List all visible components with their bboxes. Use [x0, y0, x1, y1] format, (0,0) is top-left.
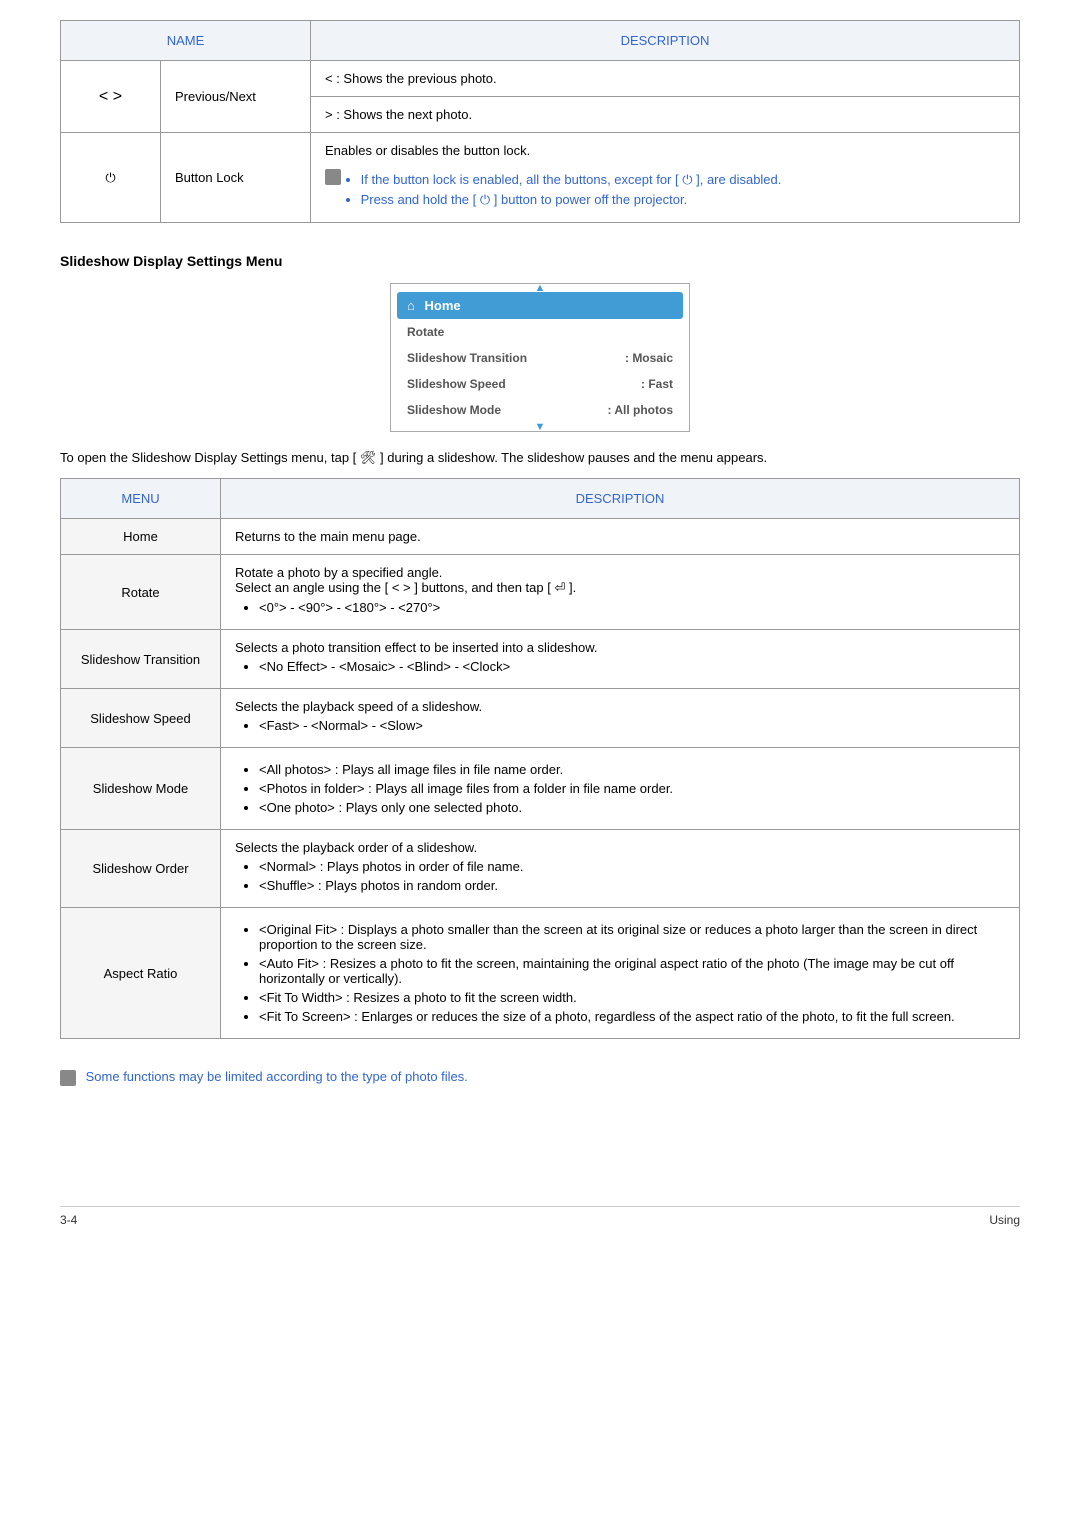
rotate-bullet: <0°> - <90°> - <180°> - <270°> — [259, 600, 1005, 615]
mode-desc: <All photos> : Plays all image files in … — [221, 748, 1020, 830]
th-menu: MENU — [61, 479, 221, 519]
menu-mode-row: Slideshow Mode : All photos — [391, 397, 689, 423]
menu-speed-value: : Fast — [641, 377, 673, 391]
footer-left: 3-4 — [60, 1213, 77, 1227]
name-description-table: NAME DESCRIPTION < > Previous/Next < : S… — [60, 20, 1020, 223]
order-line1: Selects the playback order of a slidesho… — [235, 840, 1005, 855]
mode-bullet-3: <One photo> : Plays only one selected ph… — [259, 800, 1005, 815]
footer-note: Some functions may be limited according … — [60, 1069, 1020, 1086]
speed-desc: Selects the playback speed of a slidesho… — [221, 689, 1020, 748]
button-lock-bullets: If the button lock is enabled, all the b… — [361, 168, 782, 212]
aspect-bullet-4: <Fit To Screen> : Enlarges or reduces th… — [259, 1009, 1005, 1024]
button-lock-intro: Enables or disables the button lock. — [325, 143, 1005, 158]
prev-next-icon-cell: < > — [61, 61, 161, 133]
rotate-desc: Rotate a photo by a specified angle. Sel… — [221, 555, 1020, 630]
menu-home-label: Home — [424, 298, 460, 313]
menu-speed-label: Slideshow Speed — [407, 377, 506, 391]
transition-label: Slideshow Transition — [61, 630, 221, 689]
button-lock-icon-cell: ⏻ — [61, 133, 161, 223]
aspect-desc: <Original Fit> : Displays a photo smalle… — [221, 908, 1020, 1039]
menu-transition-row: Slideshow Transition : Mosaic — [391, 345, 689, 371]
button-lock-desc: Enables or disables the button lock. If … — [311, 133, 1020, 223]
menu-up-arrow-icon: ▲ — [391, 284, 689, 292]
power-icon: ⏻ — [105, 170, 115, 185]
menu-speed-row: Slideshow Speed : Fast — [391, 371, 689, 397]
menu-down-arrow-icon: ▼ — [391, 423, 689, 431]
aspect-label: Aspect Ratio — [61, 908, 221, 1039]
menu-mode-value: : All photos — [607, 403, 673, 417]
th-name: NAME — [61, 21, 311, 61]
footer-right: Using — [989, 1213, 1020, 1227]
page-footer: 3-4 Using — [60, 1206, 1020, 1227]
menu-transition-value: : Mosaic — [625, 351, 673, 365]
home-icon: ⌂ — [407, 298, 415, 313]
order-desc: Selects the playback order of a slidesho… — [221, 830, 1020, 908]
open-menu-paragraph: To open the Slideshow Display Settings m… — [60, 450, 1020, 466]
note-text: Some functions may be limited according … — [86, 1069, 468, 1084]
prev-next-icon: < > — [99, 88, 122, 105]
th-desc: DESCRIPTION — [311, 21, 1020, 61]
transition-bullet: <No Effect> - <Mosaic> - <Blind> - <Cloc… — [259, 659, 1005, 674]
menu-mode-label: Slideshow Mode — [407, 403, 501, 417]
prev-next-name: Previous/Next — [161, 61, 311, 133]
next-desc: > : Shows the next photo. — [311, 97, 1020, 133]
transition-line1: Selects a photo transition effect to be … — [235, 640, 1005, 655]
mode-bullet-2: <Photos in folder> : Plays all image fil… — [259, 781, 1005, 796]
aspect-bullet-1: <Original Fit> : Displays a photo smalle… — [259, 922, 1005, 952]
menu-rotate-row: Rotate — [391, 319, 689, 345]
button-lock-name: Button Lock — [161, 133, 311, 223]
note-icon — [60, 1070, 76, 1086]
section-heading: Slideshow Display Settings Menu — [60, 253, 1020, 269]
order-label: Slideshow Order — [61, 830, 221, 908]
aspect-bullet-2: <Auto Fit> : Resizes a photo to fit the … — [259, 956, 1005, 986]
note-icon — [325, 169, 341, 185]
menu-description-table: MENU DESCRIPTION Home Returns to the mai… — [60, 478, 1020, 1039]
transition-desc: Selects a photo transition effect to be … — [221, 630, 1020, 689]
speed-line1: Selects the playback speed of a slidesho… — [235, 699, 1005, 714]
aspect-bullet-3: <Fit To Width> : Resizes a photo to fit … — [259, 990, 1005, 1005]
menu-transition-label: Slideshow Transition — [407, 351, 527, 365]
button-lock-bullet-2: Press and hold the [ ⏻ ] button to power… — [361, 192, 782, 208]
rotate-line1: Rotate a photo by a specified angle. — [235, 565, 1005, 580]
prev-desc: < : Shows the previous photo. — [311, 61, 1020, 97]
order-bullet-2: <Shuffle> : Plays photos in random order… — [259, 878, 1005, 893]
home-label: Home — [61, 519, 221, 555]
speed-label: Slideshow Speed — [61, 689, 221, 748]
rotate-label: Rotate — [61, 555, 221, 630]
menu-home-row: ⌂ Home — [397, 292, 683, 319]
home-desc: Returns to the main menu page. — [221, 519, 1020, 555]
order-bullet-1: <Normal> : Plays photos in order of file… — [259, 859, 1005, 874]
rotate-line2: Select an angle using the [ < > ] button… — [235, 580, 1005, 596]
speed-bullet: <Fast> - <Normal> - <Slow> — [259, 718, 1005, 733]
button-lock-bullet-1: If the button lock is enabled, all the b… — [361, 172, 782, 188]
slideshow-settings-menu-mock: ▲ ⌂ Home Rotate Slideshow Transition : M… — [390, 283, 690, 432]
th-desc2: DESCRIPTION — [221, 479, 1020, 519]
mode-bullet-1: <All photos> : Plays all image files in … — [259, 762, 1005, 777]
mode-label: Slideshow Mode — [61, 748, 221, 830]
menu-rotate-label: Rotate — [407, 325, 444, 339]
